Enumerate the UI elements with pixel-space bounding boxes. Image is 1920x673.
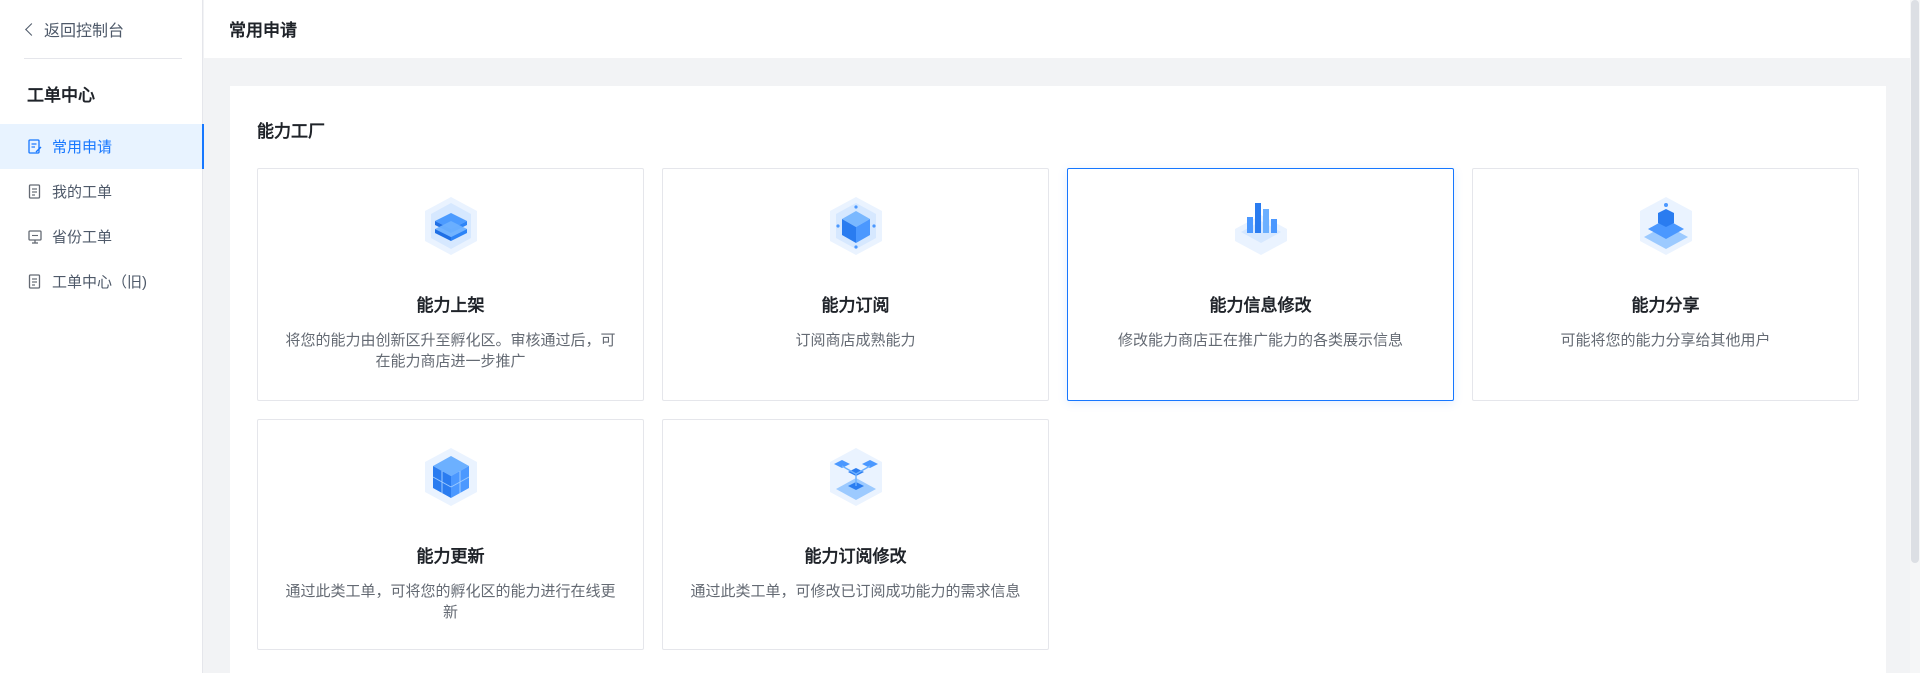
sidebar-item-ticket-center-old[interactable]: 工单中心（旧) bbox=[0, 259, 203, 304]
doc-list-icon bbox=[28, 274, 42, 289]
top-header: 常用申请 bbox=[204, 0, 1920, 58]
chevron-left-icon bbox=[25, 22, 38, 36]
section-title: 能力工厂 bbox=[257, 122, 325, 141]
card-capability-update[interactable]: 能力更新 通过此类工单，可将您的孵化区的能力进行在线更新 bbox=[257, 419, 644, 650]
card-capability-share[interactable]: 能力分享 可能将您的能力分享给其他用户 bbox=[1472, 168, 1859, 401]
card-title: 能力更新 bbox=[416, 547, 485, 566]
share-platform-icon bbox=[1636, 195, 1696, 257]
sidebar-item-my-tickets[interactable]: 我的工单 bbox=[0, 169, 203, 214]
card-description: 将您的能力由创新区升至孵化区。审核通过后，可在能力商店进一步推广 bbox=[285, 332, 616, 370]
back-link-label: 返回控制台 bbox=[44, 23, 125, 40]
card-description: 修改能力商店正在推广能力的各类展示信息 bbox=[1117, 332, 1403, 349]
edit-doc-icon bbox=[28, 139, 42, 154]
bar-chart-icon bbox=[1231, 195, 1291, 257]
sidebar-section-title: 工单中心 bbox=[27, 86, 95, 105]
monitor-icon bbox=[28, 229, 42, 244]
back-to-console-link[interactable]: 返回控制台 bbox=[24, 17, 124, 41]
sidebar: 返回控制台 工单中心 常用申请 我的工单 省份工单 工单中心（旧) bbox=[0, 0, 204, 673]
sidebar-item-label: 省份工单 bbox=[52, 229, 113, 246]
card-title: 能力订阅 bbox=[821, 296, 890, 315]
sidebar-item-label: 我的工单 bbox=[52, 184, 113, 201]
card-capability-subscription[interactable]: 能力订阅 订阅商店成熟能力 bbox=[662, 168, 1049, 401]
scrollbar-track[interactable] bbox=[1910, 0, 1920, 673]
sidebar-item-province-tickets[interactable]: 省份工单 bbox=[0, 214, 203, 259]
card-description: 订阅商店成熟能力 bbox=[795, 332, 916, 349]
card-capability-subscription-edit[interactable]: 能力订阅修改 通过此类工单，可修改已订阅成功能力的需求信息 bbox=[662, 419, 1049, 650]
cube-grid-icon bbox=[421, 446, 481, 508]
card-title: 能力分享 bbox=[1631, 296, 1700, 315]
card-description: 通过此类工单，可将您的孵化区的能力进行在线更新 bbox=[285, 583, 616, 621]
card-capability-listing[interactable]: 能力上架 将您的能力由创新区升至孵化区。审核通过后，可在能力商店进一步推广 bbox=[257, 168, 644, 401]
network-icon bbox=[826, 446, 886, 508]
capability-factory-panel: 能力工厂 能力上架 将您的能力由创新区升至孵化区。审核通过后，可在能力商店进一步… bbox=[230, 86, 1886, 673]
card-description: 可能将您的能力分享给其他用户 bbox=[1560, 332, 1771, 349]
cube-icon bbox=[826, 195, 886, 257]
card-description: 通过此类工单，可修改已订阅成功能力的需求信息 bbox=[690, 583, 1021, 600]
sidebar-item-label: 常用申请 bbox=[52, 139, 113, 156]
sidebar-divider bbox=[24, 58, 182, 59]
doc-list-icon bbox=[28, 184, 42, 199]
card-title: 能力上架 bbox=[416, 296, 485, 315]
card-capability-info-edit[interactable]: 能力信息修改 修改能力商店正在推广能力的各类展示信息 bbox=[1067, 168, 1454, 401]
stack-layers-icon bbox=[421, 195, 481, 257]
page-title: 常用申请 bbox=[229, 21, 297, 40]
sidebar-menu: 常用申请 我的工单 省份工单 工单中心（旧) bbox=[0, 124, 204, 304]
scrollbar-thumb[interactable] bbox=[1911, 0, 1919, 563]
sidebar-item-common-requests[interactable]: 常用申请 bbox=[0, 124, 204, 169]
card-title: 能力订阅修改 bbox=[804, 547, 907, 566]
card-title: 能力信息修改 bbox=[1209, 296, 1312, 315]
sidebar-item-label: 工单中心（旧) bbox=[52, 274, 147, 291]
